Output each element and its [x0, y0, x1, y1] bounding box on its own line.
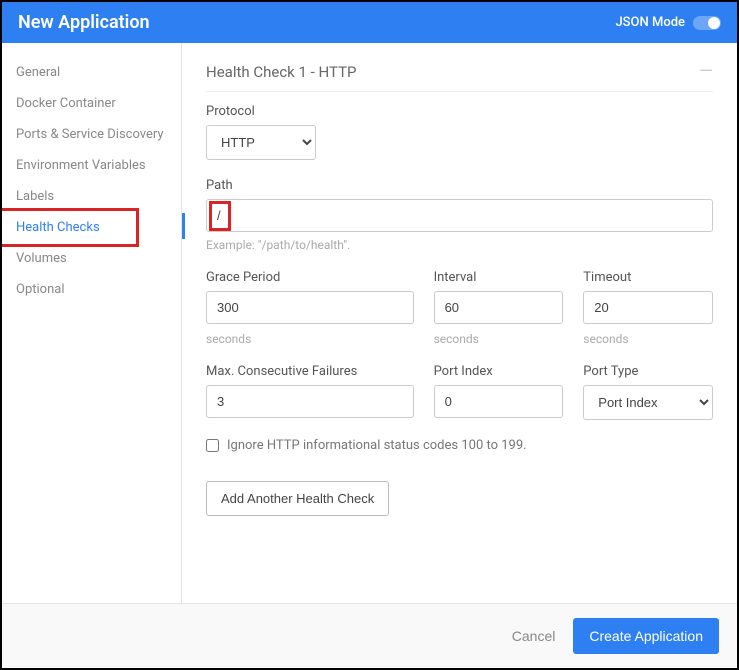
- toggle-switch-icon: [693, 16, 721, 30]
- port-type-label: Port Type: [583, 364, 713, 379]
- ignore-informational-checkbox[interactable]: [206, 439, 219, 452]
- sidebar-item-label: Volumes: [16, 251, 67, 266]
- sidebar-item-optional[interactable]: Optional: [2, 274, 181, 305]
- sidebar-item-label: General: [16, 65, 60, 80]
- sidebar-item-label: Labels: [16, 189, 54, 204]
- protocol-select[interactable]: HTTP: [206, 125, 316, 160]
- port-type-field: Port Type Port Index: [583, 364, 713, 420]
- modal-header: New Application JSON Mode: [2, 2, 737, 43]
- path-help: Example: "/path/to/health".: [206, 238, 713, 252]
- sidebar-item-label: Ports & Service Discovery: [16, 127, 164, 142]
- json-mode-toggle[interactable]: JSON Mode: [615, 15, 721, 30]
- cancel-button[interactable]: Cancel: [512, 628, 556, 644]
- interval-input[interactable]: [434, 291, 564, 324]
- max-failures-input[interactable]: [206, 385, 414, 418]
- sidebar-item-general[interactable]: General: [2, 57, 181, 88]
- content-pane: Health Check 1 - HTTP — Protocol HTTP Pa…: [182, 43, 737, 603]
- port-index-input[interactable]: [434, 385, 564, 418]
- sidebar-item-ports[interactable]: Ports & Service Discovery: [2, 119, 181, 150]
- section-title-text: Health Check 1 - HTTP: [206, 63, 357, 81]
- sidebar-item-label: Health Checks: [16, 220, 100, 235]
- json-mode-label: JSON Mode: [615, 15, 685, 30]
- active-tab-indicator: [182, 213, 185, 239]
- path-field: Path Example: "/path/to/health".: [206, 178, 713, 252]
- grace-period-field: Grace Period seconds: [206, 270, 414, 346]
- sidebar: General Docker Container Ports & Service…: [2, 43, 182, 603]
- protocol-field: Protocol HTTP: [206, 104, 713, 160]
- grace-period-unit: seconds: [206, 332, 414, 346]
- sidebar-item-label: Optional: [16, 282, 64, 297]
- timeout-field: Timeout seconds: [583, 270, 713, 346]
- max-failures-label: Max. Consecutive Failures: [206, 364, 414, 379]
- path-input[interactable]: [206, 199, 713, 232]
- sidebar-item-label: Environment Variables: [16, 158, 146, 173]
- timeout-unit: seconds: [583, 332, 713, 346]
- timeout-input[interactable]: [583, 291, 713, 324]
- interval-unit: seconds: [434, 332, 564, 346]
- sidebar-item-labels[interactable]: Labels: [2, 181, 181, 212]
- ignore-informational-label: Ignore HTTP informational status codes 1…: [227, 438, 527, 453]
- sidebar-item-env[interactable]: Environment Variables: [2, 150, 181, 181]
- path-label: Path: [206, 178, 713, 193]
- sidebar-item-label: Docker Container: [16, 96, 116, 111]
- port-index-label: Port Index: [434, 364, 564, 379]
- sidebar-item-health-checks[interactable]: Health Checks: [2, 212, 181, 243]
- create-application-button[interactable]: Create Application: [573, 618, 719, 654]
- modal-footer: Cancel Create Application: [2, 603, 737, 668]
- modal-title: New Application: [18, 12, 150, 33]
- grace-period-label: Grace Period: [206, 270, 414, 285]
- protocol-label: Protocol: [206, 104, 713, 119]
- sidebar-item-volumes[interactable]: Volumes: [2, 243, 181, 274]
- port-index-field: Port Index: [434, 364, 564, 420]
- add-health-check-button[interactable]: Add Another Health Check: [206, 481, 389, 516]
- timeout-label: Timeout: [583, 270, 713, 285]
- sidebar-item-docker[interactable]: Docker Container: [2, 88, 181, 119]
- ignore-informational-row[interactable]: Ignore HTTP informational status codes 1…: [206, 438, 713, 453]
- interval-label: Interval: [434, 270, 564, 285]
- section-header: Health Check 1 - HTTP —: [206, 63, 713, 92]
- grace-period-input[interactable]: [206, 291, 414, 324]
- max-failures-field: Max. Consecutive Failures: [206, 364, 414, 420]
- port-type-select[interactable]: Port Index: [583, 385, 713, 420]
- collapse-icon[interactable]: —: [699, 63, 713, 81]
- interval-field: Interval seconds: [434, 270, 564, 346]
